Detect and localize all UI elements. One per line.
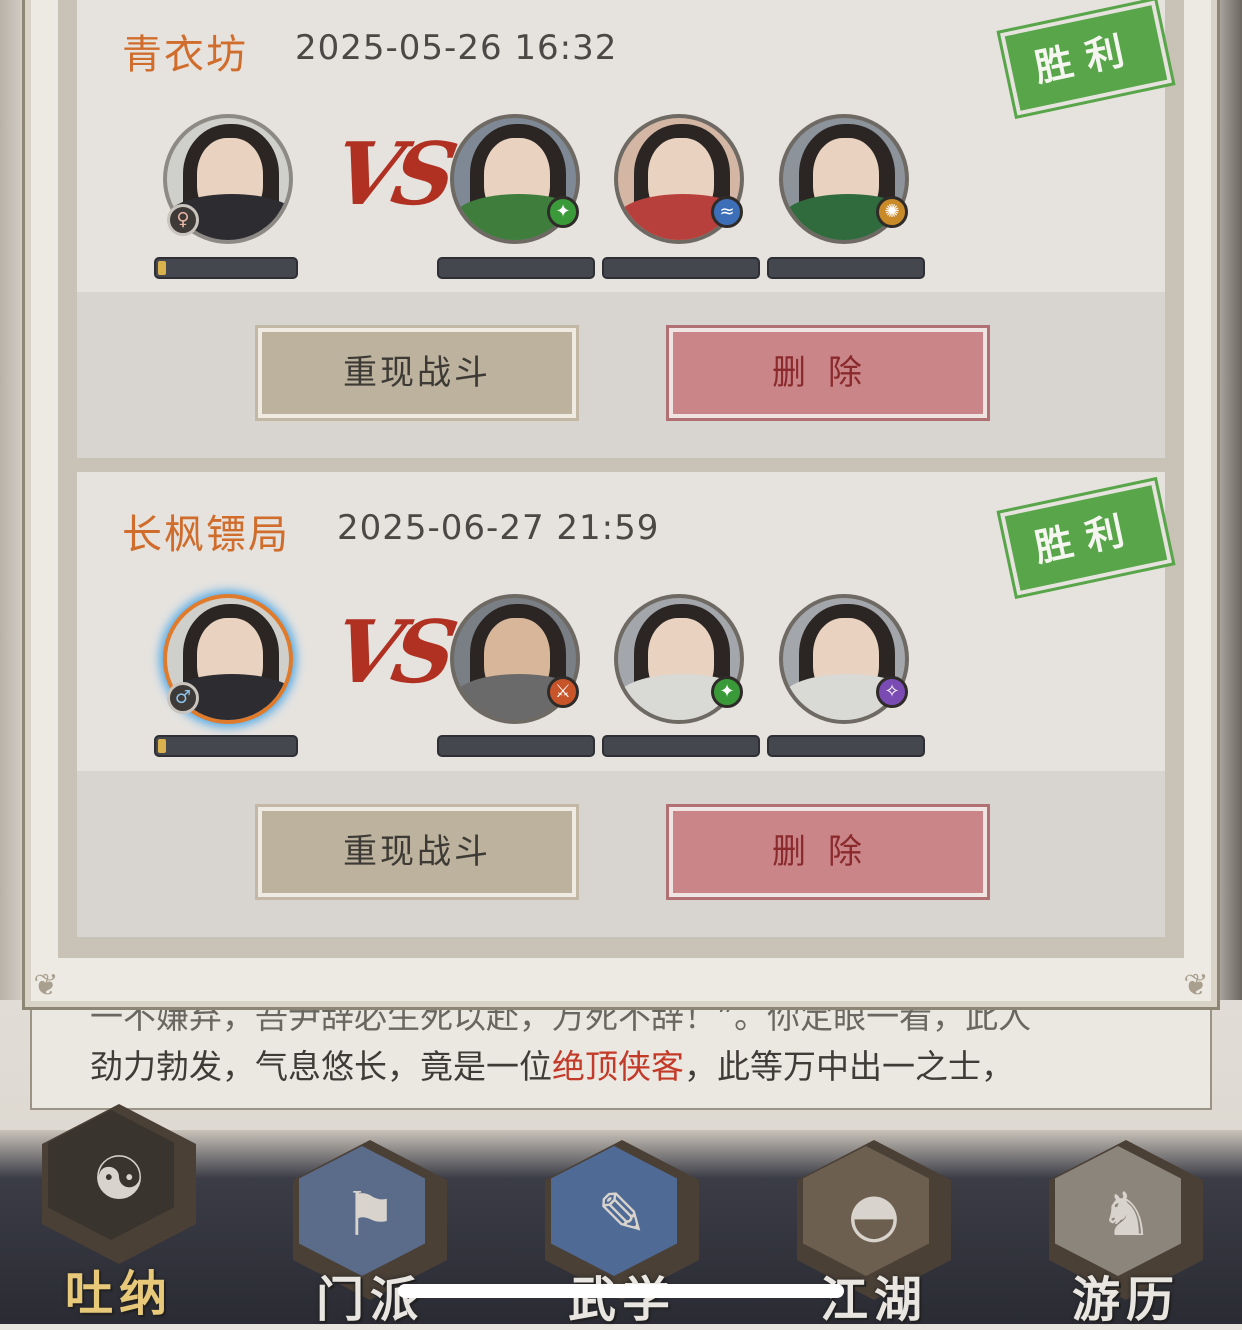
opponent-hp-bar — [602, 735, 760, 757]
victory-stamp: 胜利 — [996, 476, 1176, 600]
male-icon: ♂ — [167, 682, 199, 714]
opponent-guild-name: 长枫镖局 — [122, 512, 290, 558]
delete-record-button[interactable]: 删除 — [666, 804, 990, 900]
opponent-hp-bar — [437, 735, 595, 757]
opponent-hp-bar — [767, 735, 925, 757]
spear-icon: ✧ — [876, 676, 908, 708]
battle-record-card: 青衣坊 2025-05-26 16:32 胜利 ♀ VS ✦ ≈ ✺ 重现战斗 … — [77, 0, 1176, 458]
banner-icon: ⚑ — [343, 1180, 397, 1250]
scroll-icon: ✎ — [596, 1180, 648, 1250]
replay-battle-button[interactable]: 重现战斗 — [255, 325, 579, 421]
nav-tab-tuna[interactable]: ☯ 吐纳 — [34, 1094, 204, 1322]
story-line-2-end: ，此等万中出一之士， — [684, 1047, 1014, 1086]
meditation-icon: ☯ — [92, 1144, 146, 1214]
opponent-guild-name: 青衣坊 — [122, 32, 248, 78]
blade-icon: ⚔ — [547, 676, 579, 708]
battle-datetime: 2025-05-26 16:32 — [295, 28, 618, 68]
battle-datetime: 2025-06-27 21:59 — [337, 508, 660, 548]
victory-stamp: 胜利 — [996, 0, 1176, 120]
story-line-2: 劲力勃发，气息悠长，竟是一位绝顶侠客，此等万中出一之士， — [90, 1040, 1014, 1088]
opponent-hp-bar — [437, 257, 595, 279]
opponent-hp-bar — [767, 257, 925, 279]
player-hp-bar — [154, 735, 298, 757]
horse-icon: ♞ — [1099, 1180, 1153, 1250]
battle-record-card: 长枫镖局 2025-06-27 21:59 胜利 ♂ VS ⚔ ✦ ✧ 重现战斗… — [77, 472, 1176, 937]
fire-icon: ✺ — [876, 196, 908, 228]
story-highlight: 绝顶侠客 — [552, 1047, 684, 1086]
player-hp-bar — [154, 257, 298, 279]
delete-record-button[interactable]: 删除 — [666, 325, 990, 421]
corner-ornament-icon: ❦ — [33, 968, 59, 1003]
card-actions: 重现战斗 删除 — [77, 292, 1165, 458]
nav-label: 吐纳 — [64, 1266, 173, 1322]
sword-icon: ✦ — [711, 676, 743, 708]
opponent-hp-bar — [602, 257, 760, 279]
female-icon: ♀ — [167, 204, 199, 236]
nav-tab-youli[interactable]: ♞ 游历 — [1041, 1130, 1211, 1328]
versus-mark: VS — [326, 602, 457, 703]
sword-icon: ✦ — [547, 196, 579, 228]
story-line-2-start: 劲力勃发，气息悠长，竟是一位 — [90, 1047, 552, 1086]
card-actions: 重现战斗 删除 — [77, 771, 1165, 937]
hat-icon: ◓ — [847, 1180, 901, 1250]
nav-label: 游历 — [1071, 1272, 1180, 1328]
water-icon: ≈ — [711, 196, 743, 228]
versus-mark: VS — [326, 124, 457, 225]
home-indicator[interactable] — [398, 1284, 844, 1298]
corner-ornament-icon: ❦ — [1183, 968, 1209, 1003]
replay-battle-button[interactable]: 重现战斗 — [255, 804, 579, 900]
